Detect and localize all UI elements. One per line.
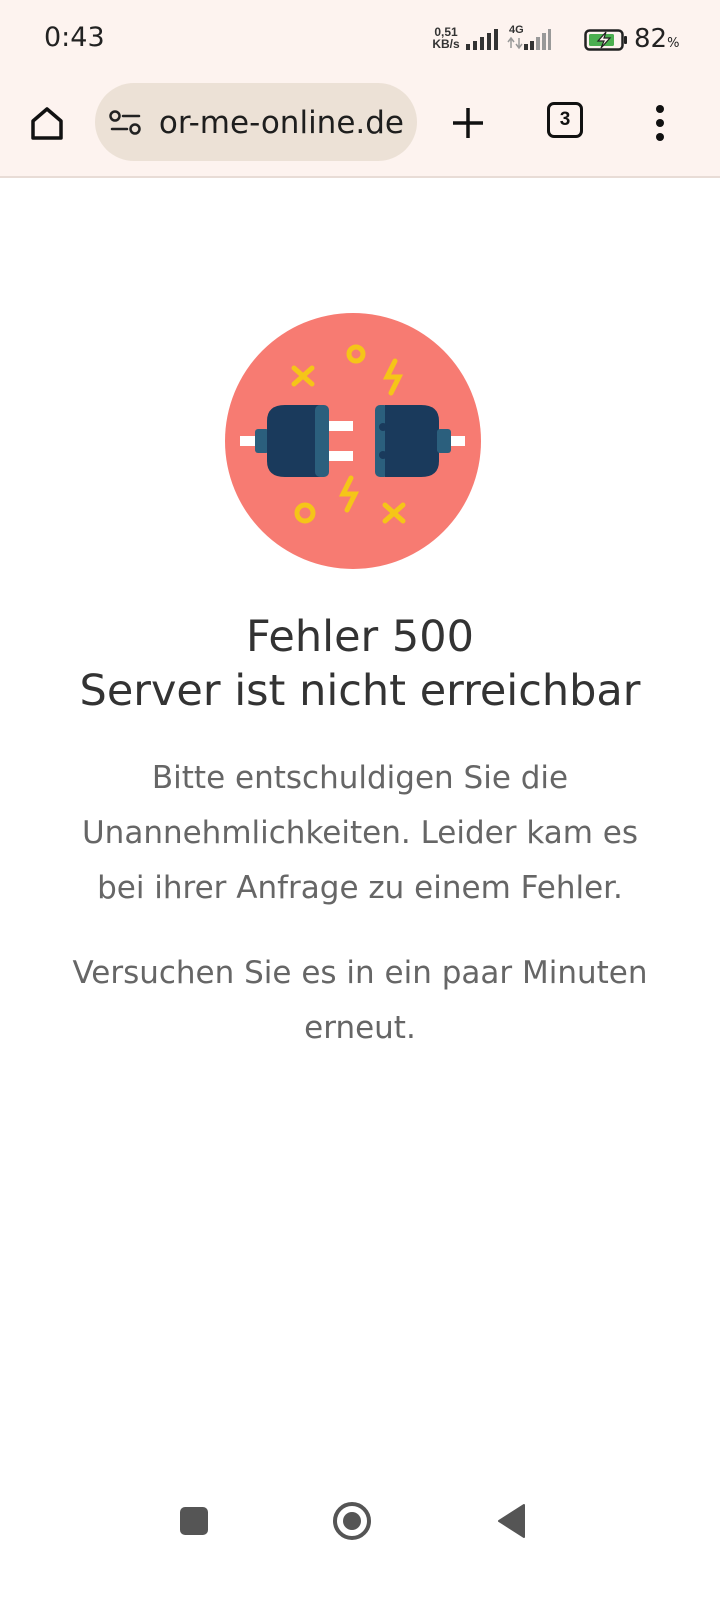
battery-percent: 82% [634,24,679,54]
new-tab-button[interactable] [443,98,493,148]
error-title: Server ist nicht erreichbar [79,666,641,716]
url-text[interactable]: or-me-online.de [159,105,404,141]
error-code: Fehler 500 [246,612,474,662]
address-bar[interactable]: or-me-online.de [95,83,417,161]
battery-percent-sign: % [667,36,680,51]
network-speed-unit: KB/s [432,37,460,51]
status-time: 0:43 [44,22,105,53]
plus-icon [453,108,483,138]
home-nav-button[interactable] [332,1501,372,1541]
signal-4g-icon [507,29,551,50]
status-bar: 0:43 0,51 KB/s 4G 82% [0,0,720,78]
home-button[interactable] [22,98,72,148]
network-speed: 0,51 KB/s [426,26,466,50]
battery-percent-value: 82 [634,24,668,54]
site-settings-icon[interactable] [109,109,143,137]
disconnected-plug-illustration [225,313,481,569]
more-vertical-icon [656,105,664,141]
signal-icon [466,29,498,50]
error-heading: Fehler 500 Server ist nicht erreichbar [0,610,720,718]
system-navigation-bar [0,1490,720,1600]
back-button[interactable] [496,1503,528,1539]
menu-button[interactable] [640,98,680,148]
retry-hint: Versuchen Sie es in ein paar Minuten ern… [72,955,648,1046]
browser-toolbar: or-me-online.de 3 [0,78,720,178]
recent-apps-button[interactable] [178,1505,210,1537]
home-icon [31,107,63,140]
error-message: Bitte entschuldigen Sie die Unannehmlich… [81,760,639,906]
battery-charging-icon [584,29,627,51]
tab-switcher-button[interactable]: 3 [547,102,583,138]
